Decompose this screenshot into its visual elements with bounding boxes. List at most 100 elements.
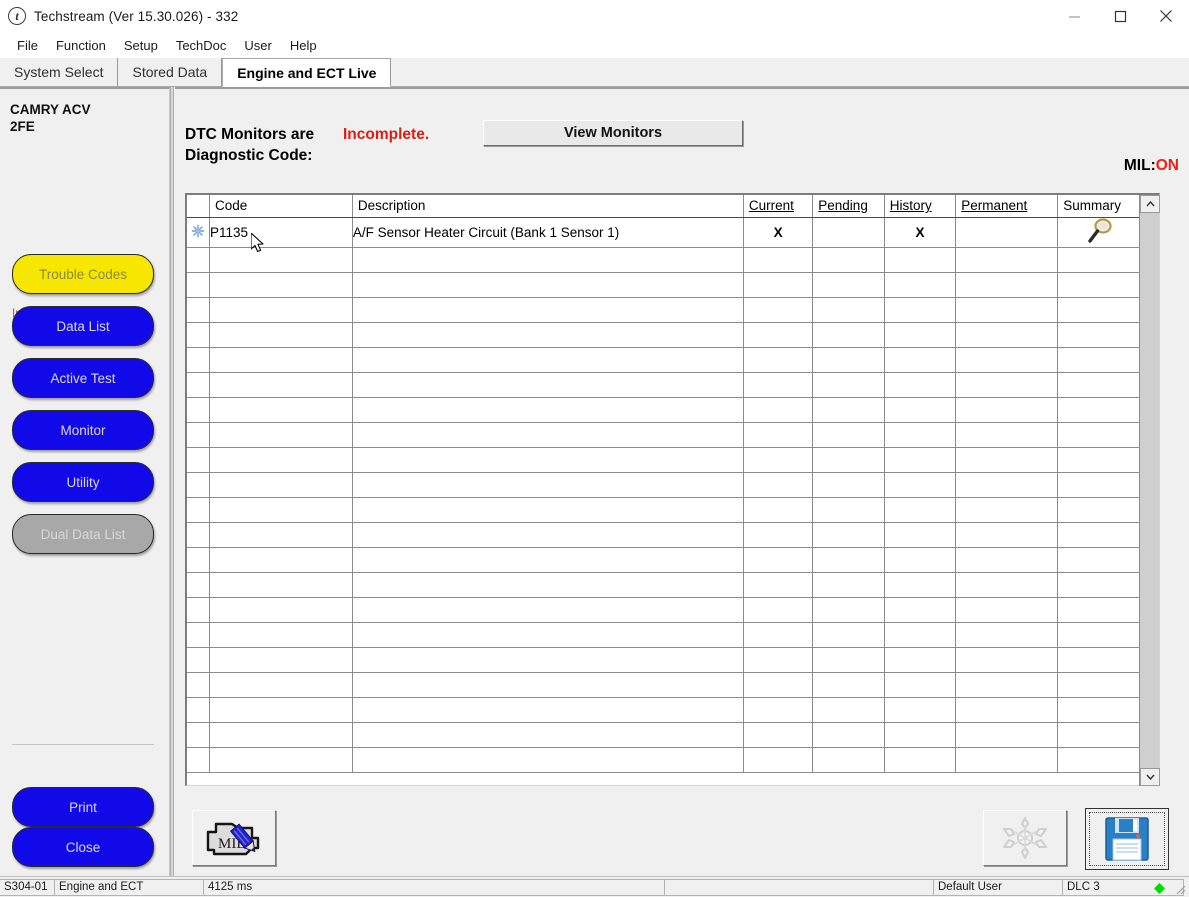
close-button[interactable]: Close (12, 827, 154, 867)
minimize-icon[interactable] (1051, 0, 1097, 32)
table-row[interactable] (187, 697, 1140, 723)
sidebar-item-data-list[interactable]: Data List (12, 306, 154, 346)
resize-grip-icon[interactable] (1173, 882, 1187, 896)
table-cell-empty (955, 572, 1059, 598)
sidebar-item-active-test[interactable]: Active Test (12, 358, 154, 398)
table-cell-empty (352, 522, 744, 548)
table-cell-empty (955, 422, 1059, 448)
status-user: Default User (933, 878, 1063, 896)
table-cell-empty (743, 647, 814, 673)
table-row[interactable] (187, 447, 1140, 473)
table-row[interactable] (187, 647, 1140, 673)
menu-item-file[interactable]: File (8, 36, 47, 55)
column-header-permanent[interactable]: Permanent (955, 195, 1059, 218)
table-cell-empty (955, 272, 1059, 298)
menu-item-setup[interactable]: Setup (115, 36, 167, 55)
table-cell-empty (743, 547, 814, 573)
sidebar-item-monitor[interactable]: Monitor (12, 410, 154, 450)
table-cell-empty (884, 622, 957, 648)
table-row[interactable] (187, 322, 1140, 348)
table-row[interactable] (187, 397, 1140, 423)
tab-stored-data[interactable]: Stored Data (118, 58, 223, 86)
close-icon[interactable] (1143, 0, 1189, 32)
table-row[interactable] (187, 497, 1140, 523)
freeze-frame-snowflake-icon[interactable] (187, 217, 210, 248)
table-cell-empty (812, 572, 885, 598)
menu-item-help[interactable]: Help (281, 36, 326, 55)
table-cell-empty (1057, 297, 1140, 323)
table-cell-empty (955, 347, 1059, 373)
tab-system-select[interactable]: System Select (0, 58, 119, 86)
table-cell-empty (884, 647, 957, 673)
table-cell-empty (209, 597, 353, 623)
table-row[interactable] (187, 297, 1140, 323)
table-cell-empty (955, 397, 1059, 423)
table-row[interactable] (187, 672, 1140, 698)
menu-item-function[interactable]: Function (47, 36, 115, 55)
table-cell-empty (209, 572, 353, 598)
table-cell-empty (812, 722, 885, 748)
maximize-icon[interactable] (1097, 0, 1143, 32)
status-bar: S304-01 Engine and ECT 4125 ms Default U… (0, 876, 1189, 897)
techstream-logo-icon: t (8, 7, 26, 25)
table-row[interactable] (187, 372, 1140, 398)
table-cell-empty (743, 747, 814, 773)
sidebar-splitter[interactable] (170, 87, 174, 876)
table-cell-empty (187, 597, 210, 623)
table-cell-empty (352, 397, 744, 423)
column-header-current[interactable]: Current (743, 195, 814, 218)
menu-item-user[interactable]: User (235, 36, 280, 55)
dtc-table-container: Code Description Current Pending History… (185, 193, 1160, 786)
column-header-code: Code (209, 195, 353, 218)
tab-engine-and-ect-live[interactable]: Engine and ECT Live (222, 58, 392, 87)
table-cell-empty (743, 522, 814, 548)
table-cell-empty (955, 522, 1059, 548)
cell-history: X (884, 217, 957, 248)
chevron-up-icon[interactable] (1140, 195, 1160, 213)
table-cell-empty (955, 622, 1059, 648)
table-cell-empty (812, 447, 885, 473)
table-cell-empty (884, 347, 957, 373)
table-cell-empty (1057, 697, 1140, 723)
table-row[interactable] (187, 547, 1140, 573)
table-row[interactable] (187, 722, 1140, 748)
mil-value: ON (1155, 157, 1179, 174)
table-row[interactable] (187, 472, 1140, 498)
table-row[interactable] (187, 347, 1140, 373)
sidebar-item-utility[interactable]: Utility (12, 462, 154, 502)
table-cell-empty (743, 297, 814, 323)
clear-dtc-engine-icon[interactable]: MIL (192, 810, 276, 866)
table-cell-empty (352, 497, 744, 523)
table-row[interactable] (187, 597, 1140, 623)
scrollbar-track[interactable] (1141, 214, 1159, 767)
table-cell-empty (352, 622, 744, 648)
table-cell-empty (743, 447, 814, 473)
save-floppy-icon[interactable] (1085, 808, 1169, 870)
table-row[interactable] (187, 747, 1140, 773)
table-cell-empty (884, 697, 957, 723)
table-row[interactable] (187, 572, 1140, 598)
table-cell-empty (352, 322, 744, 348)
column-header-pending[interactable]: Pending (812, 195, 885, 218)
table-scrollbar[interactable] (1139, 195, 1160, 786)
chevron-down-icon[interactable] (1140, 768, 1160, 786)
table-cell-empty (187, 497, 210, 523)
table-row[interactable] (187, 622, 1140, 648)
column-header-summary: Summary (1057, 195, 1140, 218)
print-button[interactable]: Print (12, 787, 154, 827)
table-cell-empty (352, 472, 744, 498)
column-header-history[interactable]: History (884, 195, 957, 218)
table-row[interactable] (187, 422, 1140, 448)
table-cell-empty (884, 447, 957, 473)
menu-item-techdoc[interactable]: TechDoc (167, 36, 236, 55)
magnifier-icon[interactable] (1057, 217, 1140, 248)
table-row[interactable] (187, 522, 1140, 548)
sidebar-item-trouble-codes[interactable]: Trouble Codes (12, 254, 154, 294)
view-monitors-button[interactable]: View Monitors (483, 120, 743, 146)
table-row[interactable] (187, 247, 1140, 273)
table-cell-empty (812, 497, 885, 523)
table-row[interactable] (187, 272, 1140, 298)
column-header-icon (187, 195, 210, 218)
table-row[interactable]: P1135 A/F Sensor Heater Circuit (Bank 1 … (187, 217, 1140, 248)
table-cell-empty (743, 697, 814, 723)
